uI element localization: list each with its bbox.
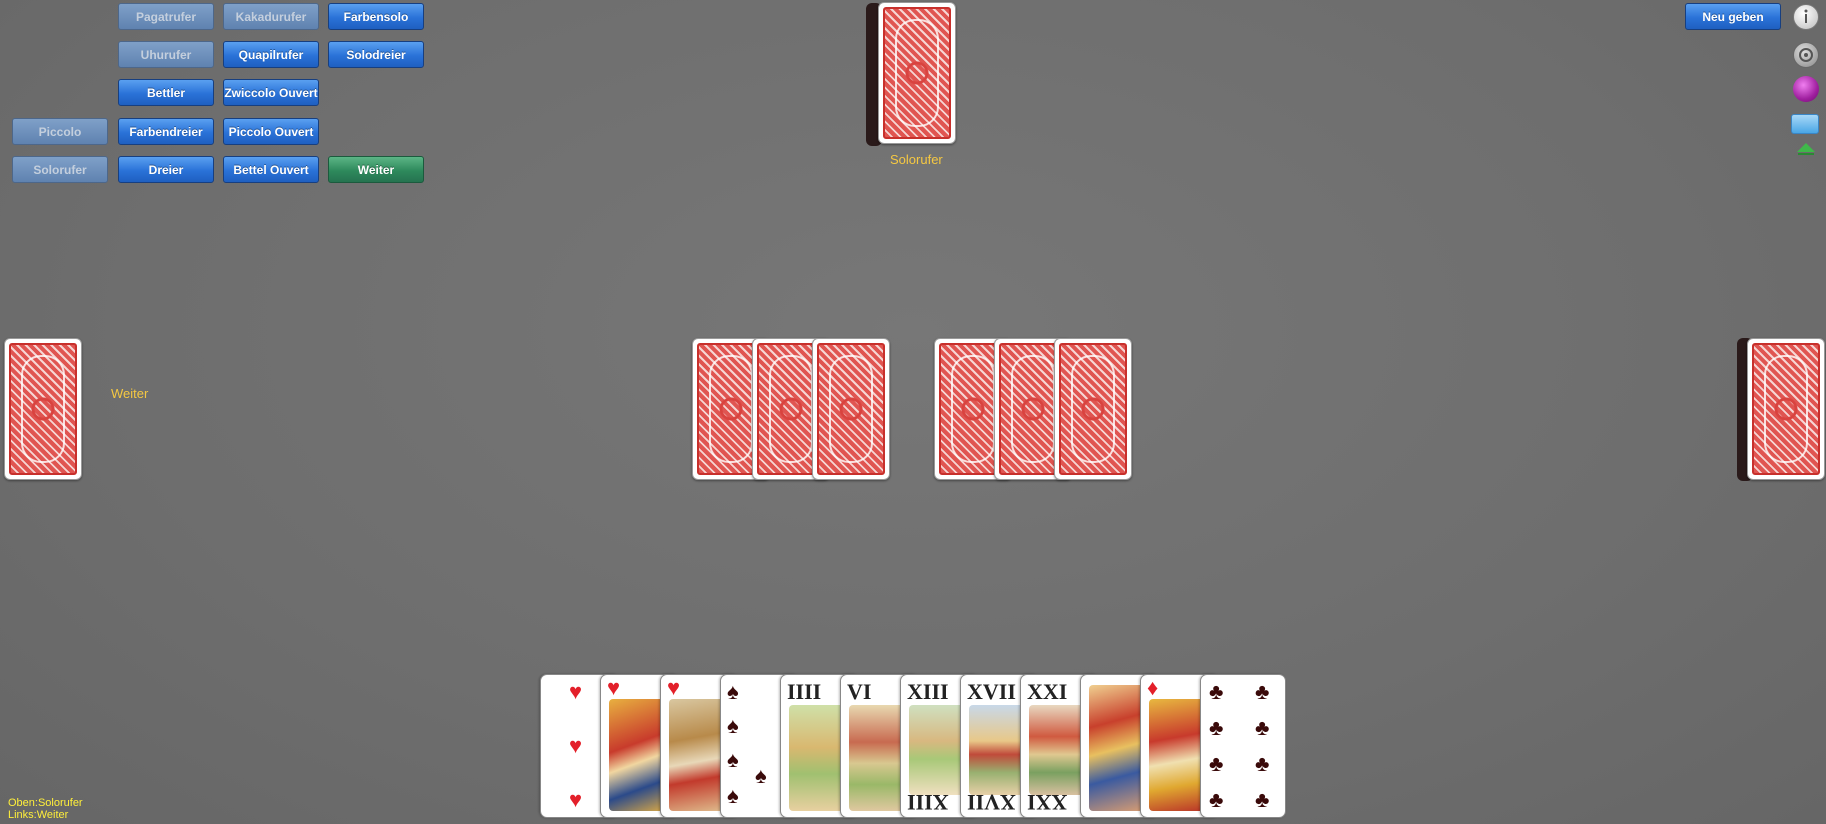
arrow-up-icon[interactable] (1796, 142, 1816, 161)
folder-icon[interactable] (1791, 114, 1819, 134)
bid-dreier-button[interactable]: Dreier (118, 156, 214, 183)
spade-icon: ♠ (727, 713, 739, 738)
club-icon: ♣ (1255, 715, 1270, 740)
tarock-numeral: XIII (907, 679, 949, 704)
heart-icon: ♥ (569, 787, 583, 812)
bid-piccolo-ouvert-button[interactable]: Piccolo Ouvert (223, 118, 319, 145)
new-deal-button[interactable]: Neu geben (1685, 3, 1781, 30)
status-line-top: Oben:Solorufer (8, 797, 83, 809)
tarock-numeral: VI (847, 679, 872, 704)
left-player-card-back (4, 338, 82, 480)
left-player-bid-label: Weiter (111, 386, 149, 401)
hand-card-clubs[interactable]: ♣ ♣ ♣ ♣ ♣ ♣ ♣ ♣ (1200, 674, 1286, 818)
bid-bettler-button[interactable]: Bettler (118, 79, 214, 106)
bid-zwiccolo-ouvert-button[interactable]: Zwiccolo Ouvert (223, 79, 319, 106)
heart-icon: ♥ (569, 733, 583, 758)
tarock-numeral: XXI (1027, 679, 1068, 704)
talon-right-card-3 (1054, 338, 1132, 480)
tarock-numeral-bottom: XIII (907, 790, 949, 815)
bid-piccolo-button[interactable]: Piccolo (12, 118, 108, 145)
bid-farbensolo-button[interactable]: Farbensolo (328, 3, 424, 30)
bid-weiter-button[interactable]: Weiter (328, 156, 424, 183)
right-player-card-back (1747, 338, 1825, 480)
club-icon: ♣ (1255, 751, 1270, 776)
tarock-numeral-bottom: XXI (1027, 790, 1068, 815)
top-player-bid-label: Solorufer (890, 152, 943, 167)
club-icon: ♣ (1209, 679, 1224, 704)
talon-left-card-3 (812, 338, 890, 480)
game-table: Pagatrufer Kakadurufer Farbensolo Uhuruf… (0, 0, 1826, 824)
bid-solodreier-button[interactable]: Solodreier (328, 41, 424, 68)
spade-icon: ♠ (727, 747, 739, 772)
bid-uhrufer-button[interactable]: Uhurufer (118, 41, 214, 68)
tarock-numeral-bottom: XVII (967, 790, 1016, 815)
bid-kakadurufer-button[interactable]: Kakadurufer (223, 3, 319, 30)
spade-icon: ♠ (727, 679, 739, 704)
heart-icon: ♥ (569, 679, 583, 704)
heart-icon: ♥ (607, 675, 621, 700)
bid-quapilrufer-button[interactable]: Quapilrufer (223, 41, 319, 68)
club-icon: ♣ (1255, 679, 1270, 704)
tarock-numeral: IIII (787, 679, 822, 704)
info-icon[interactable] (1793, 4, 1819, 30)
bid-pagatrufer-button[interactable]: Pagatrufer (118, 3, 214, 30)
bid-farbendreier-button[interactable]: Farbendreier (118, 118, 214, 145)
spade-icon: ♠ (755, 763, 767, 788)
tarock-numeral: XVII (967, 679, 1016, 704)
heart-icon: ♥ (667, 675, 681, 700)
club-icon: ♣ (1209, 787, 1224, 812)
diamond-icon: ♦ (1147, 675, 1159, 700)
club-icon: ♣ (1209, 715, 1224, 740)
club-icon: ♣ (1255, 787, 1270, 812)
bid-bettel-ouvert-button[interactable]: Bettel Ouvert (223, 156, 319, 183)
bid-solorufer-button[interactable]: Solorufer (12, 156, 108, 183)
settings-icon[interactable] (1793, 42, 1819, 68)
status-line-left: Links:Weiter (8, 809, 69, 821)
club-icon: ♣ (1209, 751, 1224, 776)
top-player-card-back (878, 2, 956, 144)
spade-icon: ♠ (727, 783, 739, 808)
globe-icon[interactable] (1793, 76, 1819, 102)
